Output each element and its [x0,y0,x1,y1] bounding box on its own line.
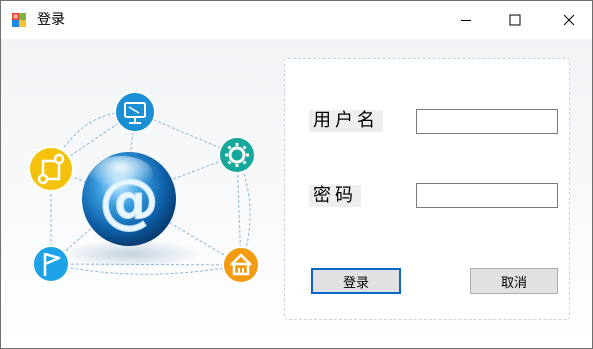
window-title: 登录 [37,12,65,28]
title-bar[interactable]: 登录 [1,1,592,39]
cancel-button[interactable]: 取消 [470,268,558,294]
username-label: 用户名 [309,110,383,132]
email-network-illustration: @ [28,91,260,284]
gear-icon [218,136,256,174]
at-globe-icon: @ [82,152,176,246]
username-input[interactable] [416,109,558,134]
close-button[interactable] [546,1,592,39]
minimize-button[interactable] [443,1,489,39]
client-area: @ 用户名 密码 登录 取消 [1,39,592,348]
home-icon [222,246,260,284]
login-panel: 用户名 密码 登录 取消 [284,58,570,320]
login-button[interactable]: 登录 [311,268,401,294]
cancel-button-label: 取消 [500,275,527,291]
login-button-label: 登录 [342,275,369,291]
maximize-icon [509,14,521,26]
close-icon [563,14,575,26]
at-symbol: @ [99,166,159,236]
share-icon [28,146,74,192]
minimize-icon [461,20,471,21]
password-input[interactable] [416,183,558,208]
flag-icon [32,245,70,283]
monitor-icon [114,91,156,133]
maximize-button[interactable] [492,1,538,39]
app-icon [12,13,26,27]
password-label: 密码 [309,185,361,207]
login-window: 登录 @ 用户名 密码 登录 取消 [0,0,593,349]
